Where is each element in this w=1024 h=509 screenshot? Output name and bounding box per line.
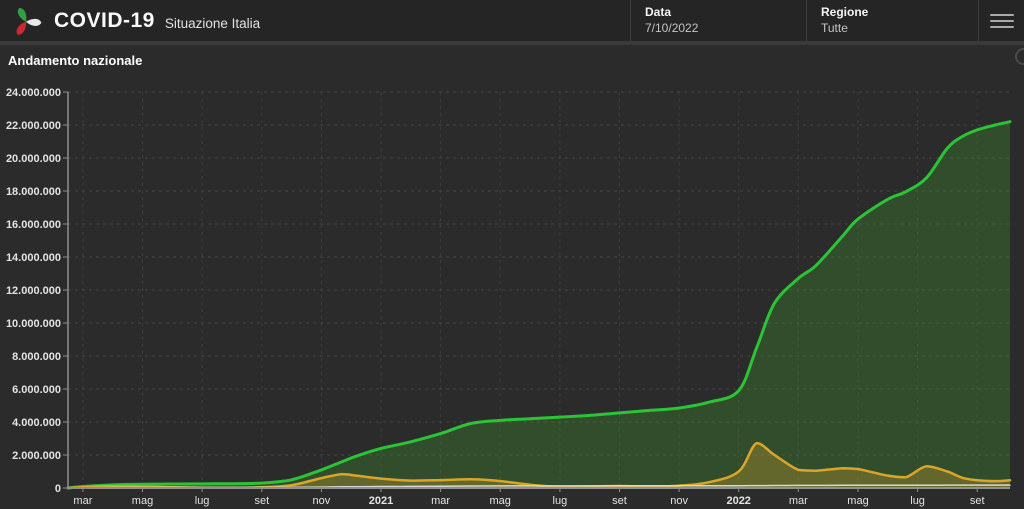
x-tick-label: 2021 xyxy=(369,495,393,507)
x-tick-label: lug xyxy=(195,495,210,507)
app-title: COVID-19 xyxy=(54,8,155,32)
y-tick-label: 12.000.000 xyxy=(6,285,61,297)
y-tick-label: 20.000.000 xyxy=(6,153,61,165)
y-tick-label: 22.000.000 xyxy=(6,120,61,132)
y-tick-label: 6.000.000 xyxy=(12,384,61,396)
x-tick-label: mag xyxy=(132,495,153,507)
chart-series xyxy=(66,120,1012,490)
date-filter[interactable]: Data 7/10/2022 xyxy=(630,0,806,41)
y-tick-label: 8.000.000 xyxy=(12,351,61,363)
x-tick-label: nov xyxy=(670,495,688,507)
x-tick-label: mag xyxy=(847,495,868,507)
y-tick-label: 14.000.000 xyxy=(6,252,61,264)
region-filter-value: Tutte xyxy=(821,21,848,35)
protezione-civile-logo-icon xyxy=(16,7,42,35)
region-filter-label: Regione xyxy=(821,5,869,19)
national-trend-chart[interactable]: 0 2.000.000 4.000.000 6.000.000 8.000.000 10.… xyxy=(0,48,1024,509)
help-circle-icon[interactable] xyxy=(1015,48,1024,65)
date-filter-value: 7/10/2022 xyxy=(645,21,699,35)
covid-dashboard: COVID-19 Situazione Italia Data 7/10/202… xyxy=(0,0,1024,509)
x-tick-label: set xyxy=(612,495,627,507)
x-tick-label: set xyxy=(970,495,985,507)
date-filter-label: Data xyxy=(645,5,672,19)
region-filter[interactable]: Regione Tutte xyxy=(806,0,978,41)
y-tick-label: 4.000.000 xyxy=(12,417,61,429)
chart-canvas[interactable]: 0 2.000.000 4.000.000 6.000.000 8.000.000 10.… xyxy=(0,85,1024,509)
app-subtitle: Situazione Italia xyxy=(164,15,261,31)
section-title: Andamento nazionale xyxy=(8,53,143,68)
x-tick-label: lug xyxy=(553,495,568,507)
hamburger-menu-button[interactable] xyxy=(978,0,1024,41)
hamburger-menu-icon xyxy=(989,13,1014,28)
app-header: COVID-19 Situazione Italia Data 7/10/202… xyxy=(0,0,1024,41)
x-tick-label: nov xyxy=(313,495,331,507)
y-tick-label: 18.000.000 xyxy=(6,186,61,198)
x-tick-label: 2022 xyxy=(726,495,750,507)
green-cumulative-total-area xyxy=(68,121,1010,488)
y-tick-label: 0 xyxy=(55,483,61,495)
y-tick-label: 10.000.000 xyxy=(6,318,61,330)
y-axis-labels: 0 2.000.000 4.000.000 6.000.000 8.000.000 10.… xyxy=(6,87,61,495)
y-tick-label: 24.000.000 xyxy=(6,87,61,99)
x-tick-label: mar xyxy=(431,495,450,507)
x-tick-label: mar xyxy=(789,495,808,507)
y-tick-label: 16.000.000 xyxy=(6,219,61,231)
x-tick-label: mag xyxy=(489,495,510,507)
x-tick-label: set xyxy=(254,495,269,507)
brand: COVID-19 Situazione Italia xyxy=(0,0,630,41)
x-axis-labels: mar mag lug set nov 2021 mar mag lug set nov 2022 ma… xyxy=(73,495,984,507)
x-tick-label: mar xyxy=(73,495,92,507)
y-tick-label: 2.000.000 xyxy=(12,450,61,462)
header-divider xyxy=(0,41,1024,45)
x-tick-label: lug xyxy=(910,495,925,507)
